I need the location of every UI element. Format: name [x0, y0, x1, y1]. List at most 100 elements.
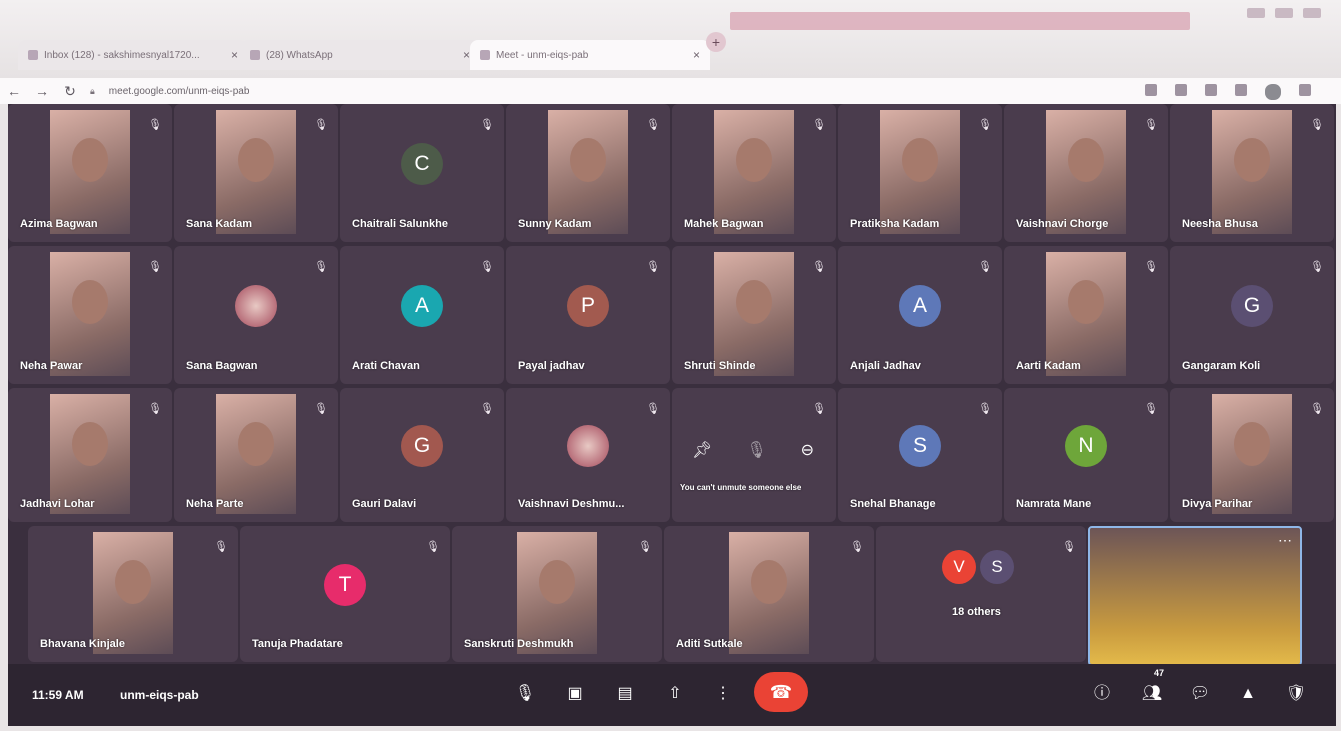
close-tab-icon[interactable]: × — [463, 48, 470, 62]
more-options-icon[interactable]: ⋮ — [710, 682, 736, 706]
muted-mic-icon: 🎙︎ — [978, 261, 992, 273]
participant-name: Neha Pawar — [20, 360, 83, 372]
muted-mic-icon: 🎙︎ — [850, 541, 864, 553]
participant-face — [1068, 280, 1104, 324]
participant-tile[interactable]: 🎙︎ Sunny Kadam — [506, 104, 670, 242]
participant-video — [216, 110, 296, 234]
reload-icon[interactable]: ↻ — [56, 83, 84, 100]
meeting-info-icon[interactable]: ⓘ — [1090, 682, 1114, 706]
participant-tile[interactable]: 🎙︎ Neesha Bhusa — [1170, 104, 1334, 242]
participant-video — [714, 252, 794, 376]
participant-tile[interactable]: 🎙︎ Bhavana Kinjale — [28, 526, 238, 662]
whatsapp-icon — [250, 50, 260, 60]
window-minimize-icon[interactable] — [1247, 8, 1265, 18]
participant-tile[interactable]: 🎙︎ Aditi Sutkale — [664, 526, 874, 662]
participant-tile[interactable]: N 🎙︎ Namrata Mane — [1004, 388, 1168, 522]
close-tab-icon[interactable]: × — [693, 48, 700, 62]
participant-face — [1068, 138, 1104, 182]
participant-tile[interactable]: 🎙︎ Azima Bagwan — [8, 104, 172, 242]
new-tab-button[interactable]: + — [706, 32, 726, 52]
participant-initial-avatar: C — [401, 143, 443, 185]
participant-name: Gangaram Koli — [1182, 360, 1261, 372]
participant-face — [736, 138, 772, 182]
participant-tile[interactable]: 🎙︎ Sana Kadam — [174, 104, 338, 242]
unmute-notice: You can't unmute someone else — [680, 483, 802, 492]
meeting-code: unm-eiqs-pab — [120, 688, 199, 702]
participant-name: Gauri Dalavi — [352, 498, 417, 510]
participant-tile[interactable]: C 🎙︎ Chaitrali Salunkhe — [340, 104, 504, 242]
participant-tile[interactable]: 🎙︎ Divya Parihar — [1170, 388, 1334, 522]
participant-tile[interactable]: 🎙︎ Mahek Bagwan — [672, 104, 836, 242]
address-bar[interactable]: meet.google.com/unm-eiqs-pab — [109, 86, 250, 97]
present-screen-icon[interactable]: ⇧ — [662, 682, 688, 706]
participant-tile[interactable]: 🎙︎ Neha Parte — [174, 388, 338, 522]
participant-tile[interactable]: 🎙︎ Aarti Kadam — [1004, 246, 1168, 384]
muted-mic-icon: 🎙︎ — [1144, 403, 1158, 415]
muted-mic-icon: 🎙︎ — [426, 541, 440, 553]
captions-icon[interactable]: ▤ — [612, 682, 638, 706]
bookmark-star-icon[interactable] — [1205, 84, 1217, 96]
participant-tile[interactable]: S 🎙︎ Snehal Bhanage — [838, 388, 1002, 522]
participant-tile[interactable]: 🎙︎ Vaishnavi Chorge — [1004, 104, 1168, 242]
muted-mic-icon: 🎙︎ — [480, 403, 494, 415]
participant-tile[interactable]: G 🎙︎ Gangaram Koli — [1170, 246, 1334, 384]
pin-icon[interactable]: 📌︎ — [692, 440, 712, 460]
tab-whatsapp[interactable]: (28) WhatsApp × — [240, 40, 480, 70]
tile-more-icon[interactable]: ⋯ — [1278, 532, 1292, 549]
extensions-puzzle-icon[interactable] — [1235, 84, 1247, 96]
participant-face — [72, 138, 108, 182]
participant-tile[interactable]: G 🎙︎ Gauri Dalavi — [340, 388, 504, 522]
lock-icon[interactable]: 🔒︎ — [90, 86, 95, 97]
host-controls-icon[interactable]: 🛡︎ — [1284, 682, 1308, 706]
participant-tile[interactable]: P 🎙︎ Payal jadhav — [506, 246, 670, 384]
self-view-tile[interactable]: ⋯ — [1088, 526, 1302, 666]
participant-tile[interactable]: 📌︎ 🎙︎ ⊖ 🎙︎ You can't unmute someone else — [672, 388, 836, 522]
participants-count-badge: 47 — [1154, 668, 1165, 678]
participant-face — [238, 422, 274, 466]
participant-name: Sanskruti Deshmukh — [464, 638, 574, 650]
participant-tile[interactable]: 🎙︎ Pratiksha Kadam — [838, 104, 1002, 242]
participant-tile[interactable]: 🎙︎ Sanskruti Deshmukh — [452, 526, 662, 662]
profile-avatar[interactable] — [1265, 84, 1281, 100]
chat-icon[interactable]: 💬︎ — [1188, 682, 1212, 706]
camera-permission-icon[interactable] — [1145, 84, 1157, 96]
end-call-button[interactable]: ☎ — [754, 672, 808, 712]
camera-icon[interactable]: ▣ — [562, 682, 588, 706]
window-title-strip — [730, 12, 1190, 30]
tab-meet[interactable]: Meet - unm-eiqs-pab × — [470, 40, 710, 70]
participant-tile[interactable]: 🎙︎ Shruti Shinde — [672, 246, 836, 384]
remove-icon[interactable]: ⊖ — [801, 440, 814, 460]
participant-video — [50, 394, 130, 514]
participant-name: Mahek Bagwan — [684, 218, 764, 230]
participant-tile[interactable]: 🎙︎ Neha Pawar — [8, 246, 172, 384]
forward-arrow-icon[interactable]: → — [28, 83, 56, 99]
participant-name: Payal jadhav — [518, 360, 585, 372]
participant-video — [216, 394, 296, 514]
participant-tile[interactable]: T 🎙︎ Tanuja Phadatare — [240, 526, 450, 662]
participant-video — [50, 110, 130, 234]
participant-tile[interactable]: A 🎙︎ Anjali Jadhav — [838, 246, 1002, 384]
muted-mic-icon: 🎙︎ — [148, 119, 162, 131]
self-video — [1090, 528, 1300, 664]
participant-tile[interactable]: A 🎙︎ Arati Chavan — [340, 246, 504, 384]
participant-tile[interactable]: 🎙︎ Sana Bagwan — [174, 246, 338, 384]
window-close-icon[interactable] — [1303, 8, 1321, 18]
participant-name: Vaishnavi Chorge — [1016, 218, 1109, 230]
extension-icon[interactable] — [1175, 84, 1187, 96]
microphone-icon[interactable]: 🎙︎ — [512, 682, 538, 706]
back-arrow-icon[interactable]: ← — [0, 83, 28, 99]
tab-inbox[interactable]: Inbox (128) - sakshimesnyal1720... × — [18, 40, 248, 70]
muted-mic-icon: 🎙︎ — [812, 119, 826, 131]
mute-icon[interactable]: 🎙︎ — [746, 440, 766, 460]
close-tab-icon[interactable]: × — [231, 48, 238, 62]
window-maximize-icon[interactable] — [1275, 8, 1293, 18]
kebab-menu-icon[interactable] — [1299, 84, 1311, 96]
participant-name: Neesha Bhusa — [1182, 218, 1258, 230]
participant-tile[interactable]: 🎙︎ Jadhavi Lohar — [8, 388, 172, 522]
participant-tile[interactable]: 🎙︎ Vaishnavi Deshmu... — [506, 388, 670, 522]
participant-name: Arati Chavan — [352, 360, 420, 372]
activities-icon[interactable]: ▲ — [1236, 682, 1260, 706]
people-icon[interactable]: 👥︎ — [1140, 682, 1164, 706]
participant-tile[interactable]: V S 🎙︎ 18 others — [876, 526, 1086, 662]
tab-label: Inbox (128) - sakshimesnyal1720... — [44, 49, 200, 61]
